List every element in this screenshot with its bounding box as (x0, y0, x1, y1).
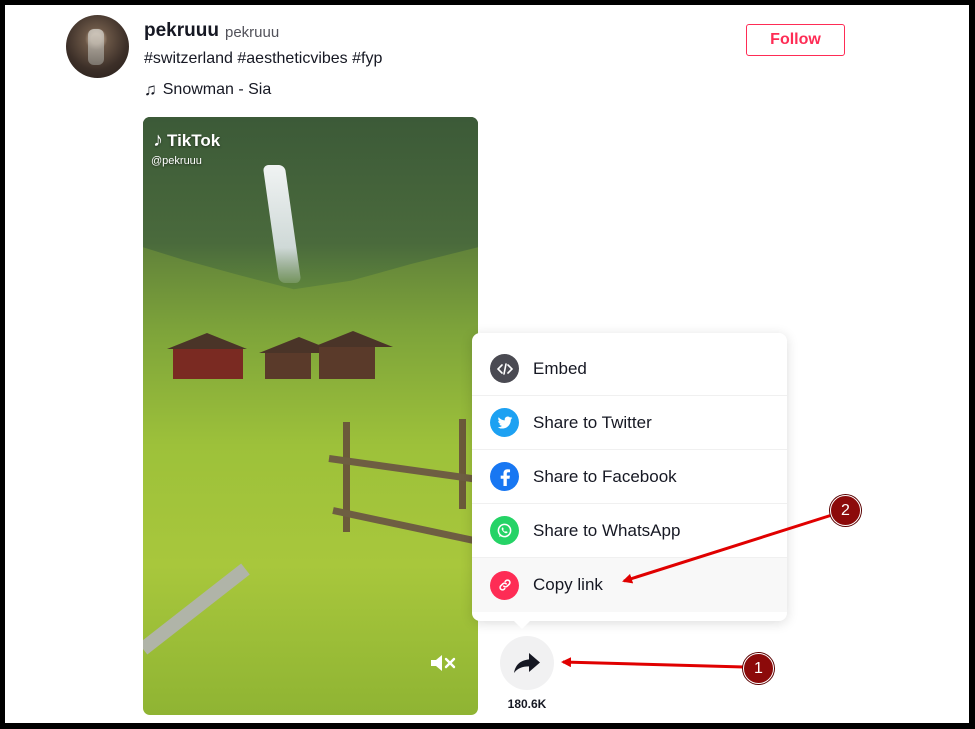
share-arrow-icon (514, 653, 540, 673)
nickname[interactable]: pekruuu (225, 24, 279, 41)
share-menu-label: Share to Twitter (533, 412, 652, 432)
share-menu-label: Share to WhatsApp (533, 520, 681, 540)
fence-rail (328, 455, 478, 483)
embed-icon (490, 354, 519, 383)
caption: #switzerland #aestheticvibes #fyp (144, 50, 383, 67)
share-button[interactable] (500, 636, 554, 690)
share-count: 180.6K (507, 697, 547, 711)
pipe (143, 563, 250, 655)
annotation-badge-2: 2 (830, 495, 861, 526)
tiktok-logo-icon: ♪ (153, 129, 163, 151)
music-title: Snowman - Sia (162, 81, 272, 98)
share-menu-item-copy-link[interactable]: Copy link (472, 558, 787, 612)
follow-button[interactable]: Follow (746, 24, 845, 56)
share-menu-item-twitter[interactable]: Share to Twitter (472, 396, 787, 450)
share-menu-label: Share to Facebook (533, 466, 677, 486)
share-menu-item-facebook[interactable]: Share to Facebook (472, 450, 787, 504)
music-link[interactable]: ♫ Snowman - Sia (144, 80, 271, 100)
video-player[interactable]: ♪ TikTok @pekruuu (143, 117, 478, 715)
watermark-handle: @pekruuu (151, 155, 202, 167)
share-menu-label: Copy link (533, 575, 603, 594)
video-houses (167, 329, 393, 379)
music-note-icon: ♫ (144, 80, 157, 99)
tiktok-watermark: ♪ TikTok (153, 129, 220, 152)
share-menu: Embed Share to Twitter Share to Facebook… (472, 333, 787, 629)
username[interactable]: pekruuu (144, 20, 219, 42)
share-menu-item-whatsapp[interactable]: Share to WhatsApp (472, 504, 787, 558)
whatsapp-icon (490, 516, 519, 545)
avatar[interactable] (66, 15, 129, 78)
mute-icon[interactable] (429, 652, 457, 679)
share-menu-label: Embed (533, 358, 587, 378)
fence-post (459, 419, 466, 509)
watermark-brand: TikTok (167, 130, 221, 150)
annotation-badge-1: 1 (743, 653, 774, 684)
share-menu-item-embed[interactable]: Embed (472, 342, 787, 396)
twitter-icon (490, 408, 519, 437)
link-icon (490, 570, 519, 600)
fence-rail (332, 507, 476, 545)
facebook-icon (490, 462, 519, 491)
